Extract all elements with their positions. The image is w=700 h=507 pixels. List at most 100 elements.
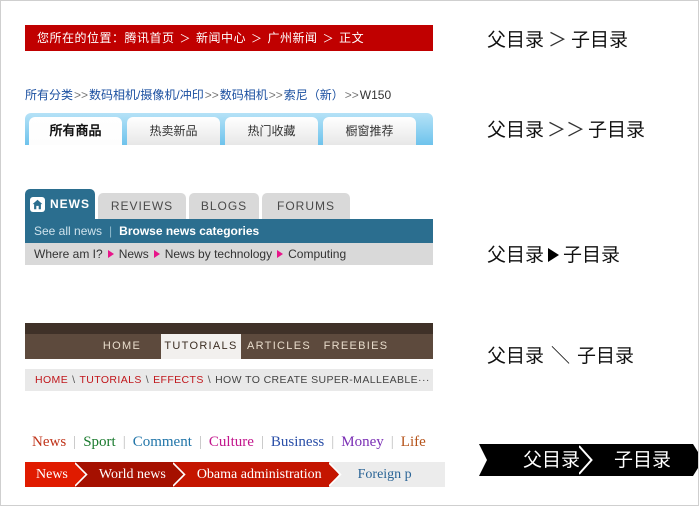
breadcrumb-tutorials-sep-2: \ (207, 374, 212, 386)
section-link-comment[interactable]: Comment (126, 434, 199, 450)
see-all-news-link[interactable]: See all news (34, 224, 102, 238)
tab-forums[interactable]: FORUMS (262, 193, 350, 219)
breadcrumb-red-bar: 您所在的位置：腾讯首页 ＞ 新闻中心 ＞ 广州新闻 ＞ 正文 (25, 25, 433, 51)
breadcrumb-category-item-0[interactable]: 数码相机/摄像机/冲印 (89, 88, 204, 102)
browse-news-categories-link[interactable]: Browse news categories (119, 224, 259, 238)
section-link-news[interactable]: News (25, 434, 73, 450)
home-icon (30, 196, 45, 212)
section-link-business[interactable]: Business (264, 434, 331, 450)
breadcrumb-red-content: 您所在的位置：腾讯首页 ＞ 新闻中心 ＞ 广州新闻 ＞ 正文 (25, 25, 433, 52)
annotation-chevron-banner: 父目录 子目录 (479, 444, 698, 476)
nav-freebies-label: FREEBIES (323, 340, 389, 352)
tab-news-label: NEWS (50, 197, 90, 211)
guardian-crumb-obama-label: Obama administration (196, 467, 322, 482)
breadcrumb-category-item-2[interactable]: 索尼（新） (284, 88, 344, 102)
annotation-gt-child: 子目录 (571, 29, 629, 51)
breadcrumb-whereami-item-1[interactable]: News by technology (165, 247, 272, 261)
annotation-gt-parent: 父目录 (487, 29, 545, 51)
breadcrumb-red-item-0[interactable]: 腾讯首页 (125, 31, 175, 45)
tab-all-products[interactable]: 所有商品 (29, 117, 122, 145)
tutorials-top-strip (25, 323, 433, 334)
pink-triangle-icon-2 (277, 249, 284, 258)
nav-home-label: HOME (102, 340, 142, 352)
annotation-triangle-parent: 父目录 (487, 244, 545, 266)
tab-window-recommend[interactable]: 橱窗推荐 (323, 117, 416, 145)
tab-reviews[interactable]: REVIEWS (98, 193, 186, 219)
tab-hot-new[interactable]: 热卖新品 (127, 117, 220, 145)
tab-hot-favorites-label: 热门收藏 (247, 124, 296, 138)
breadcrumb-red-item-2[interactable]: 广州新闻 (268, 31, 318, 45)
breadcrumb-red-item-1[interactable]: 新闻中心 (196, 31, 246, 45)
page-frame: 您所在的位置：腾讯首页＞新闻中心＞广州新闻＞正文 所有分类>>数码相机/摄像机/… (0, 0, 699, 506)
breadcrumb-tutorials-item-1[interactable]: TUTORIALS (79, 374, 141, 386)
nav-tutorials[interactable]: TUTORIALS (161, 334, 241, 359)
breadcrumb-category-item-1[interactable]: 数码相机 (220, 88, 268, 102)
chevron-banner-right-cap (685, 444, 698, 476)
breadcrumb-whereami-label: Where am I? (34, 247, 103, 261)
breadcrumb-tutorials-item-0[interactable]: HOME (35, 374, 68, 386)
annotation-gt-separator: ＞ (548, 29, 568, 51)
breadcrumb-red-sep-2: ＞ (322, 33, 335, 45)
tabbar-products-row: 所有商品 热卖新品 热门收藏 橱窗推荐 (25, 113, 433, 145)
news-subbar-divider: | (109, 224, 113, 238)
tabbar-products: 所有商品 热卖新品 热门收藏 橱窗推荐 (25, 113, 433, 145)
breadcrumb-category-root[interactable]: 所有分类 (25, 88, 73, 102)
guardian-section-links: News | Sport | Comment | Culture | Business | Mone… (25, 429, 445, 455)
tab-blogs[interactable]: BLOGS (189, 193, 259, 219)
chevron-banner-child: 子目录 (594, 444, 686, 476)
nav-articles[interactable]: ARTICLES (241, 334, 317, 359)
tutorials-nav-block: HOME TUTORIALS ARTICLES FREEBIES HOME \ TU… (25, 323, 433, 391)
annotation-backslash-separator: ＼ (551, 345, 571, 367)
breadcrumb-category: 所有分类>>数码相机/摄像机/冲印>>数码相机>>索尼（新）>>W150 (25, 87, 445, 103)
pink-triangle-icon-0 (107, 249, 114, 258)
chevron-banner-notch-icon (578, 444, 596, 476)
breadcrumb-red-sep-1: ＞ (251, 33, 263, 45)
breadcrumb-whereami-item-0[interactable]: News (119, 247, 149, 261)
annotation-triangle-child: 子目录 (563, 244, 621, 266)
breadcrumb-tutorials-sep-0: \ (72, 374, 76, 386)
tab-hot-favorites[interactable]: 热门收藏 (225, 117, 318, 145)
nav-articles-label: ARTICLES (247, 340, 311, 352)
guardian-crumb-world-news-label: World news (98, 467, 166, 482)
section-link-sport[interactable]: Sport (76, 434, 123, 450)
tab-reviews-label: REVIEWS (110, 199, 174, 213)
guardian-crumb-foreign-policy: Foreign p (341, 462, 432, 487)
nav-tutorials-label: TUTORIALS (164, 340, 238, 352)
guardian-crumb-obama[interactable]: Obama administration (185, 462, 343, 487)
guardian-crumb-world-news[interactable]: World news (87, 462, 187, 487)
tutorials-spacer (25, 359, 433, 369)
guardian-crumb-foreign-policy-label: Foreign p (357, 467, 412, 482)
nav-freebies[interactable]: FREEBIES (317, 334, 395, 359)
tutorials-navrow: HOME TUTORIALS ARTICLES FREEBIES (25, 334, 433, 359)
tab-news[interactable]: NEWS (25, 189, 95, 219)
annotation-backslash: 父目录 ＼ 子目录 (487, 341, 634, 368)
guardian-crumb-news[interactable]: News (25, 462, 89, 487)
breadcrumb-red-label: 您所在的位置： (37, 31, 125, 45)
annotation-backslash-child: 子目录 (577, 345, 635, 367)
annotation-double-gt-child: 子目录 (588, 119, 646, 141)
tab-forums-label: FORUMS (277, 199, 335, 213)
annotation-gt: 父目录＞子目录 (487, 25, 628, 52)
annotation-double-gt-parent: 父目录 (487, 119, 545, 141)
nav-home[interactable]: HOME (83, 334, 161, 359)
tab-blogs-label: BLOGS (200, 199, 248, 213)
annotation-backslash-parent: 父目录 (487, 345, 545, 367)
breadcrumb-tutorials-item-2[interactable]: EFFECTS (153, 374, 204, 386)
section-link-culture[interactable]: Culture (202, 434, 261, 450)
breadcrumb-tutorials-current: HOW TO CREATE SUPER-MALLEABLE··· (215, 374, 430, 386)
breadcrumb-tutorials: HOME \ TUTORIALS \ EFFECTS \ HOW TO CREATE SUP… (25, 369, 433, 391)
guardian-breadcrumb: News World news Obama administration For… (25, 462, 445, 487)
black-triangle-icon (548, 247, 560, 262)
guardian-nav-block: News | Sport | Comment | Culture | Business | Mone… (25, 429, 445, 487)
section-link-money[interactable]: Money (334, 434, 391, 450)
chevron-banner-child-label: 子目录 (614, 449, 672, 471)
breadcrumb-whereami: Where am I? News News by technology Computi… (25, 243, 433, 265)
chevron-notch-icon-0 (74, 462, 89, 487)
breadcrumb-category-sep-2: >> (268, 88, 283, 102)
chevron-banner-parent-label: 父目录 (523, 449, 581, 471)
annotation-double-gt: 父目录 ＞＞ 子目录 (487, 115, 645, 142)
breadcrumb-category-item-3: W150 (359, 88, 392, 102)
section-link-life[interactable]: Life (394, 434, 433, 450)
tab-all-products-label: 所有商品 (49, 123, 102, 138)
chevron-notch-icon-2 (328, 462, 343, 487)
